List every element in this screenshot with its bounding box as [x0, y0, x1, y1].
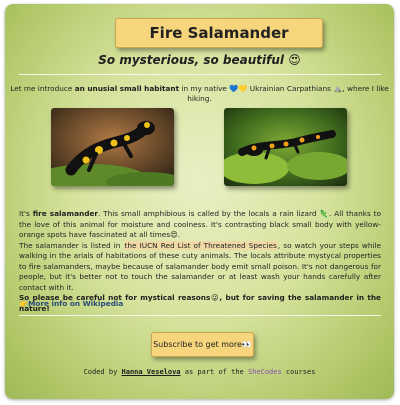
iucn-red-list-link[interactable]: the IUCN Red List of Threatened Species	[123, 240, 278, 250]
intro-text-2: in my native	[179, 84, 230, 93]
hearts-icon: 💙💛	[229, 84, 248, 93]
intro-bold: an unusial small habitant	[74, 84, 180, 93]
lizard-icon: 🦎	[319, 209, 330, 218]
page-title: Fire Salamander	[149, 24, 289, 42]
heart-eyes-icon: 😍	[170, 230, 178, 239]
article-paragraph-1: It's fire salamander. This small amphibi…	[19, 209, 381, 241]
p1-bold: fire salamander	[32, 209, 98, 218]
divider-top	[19, 74, 381, 75]
mountain-icon: ⛰️	[333, 84, 343, 93]
intro-paragraph: Let me introduce an unusial small habita…	[5, 84, 394, 104]
salamander-photo-2	[224, 108, 347, 186]
article-paragraph-2: The salamander is listed in the IUCN Red…	[19, 240, 381, 294]
p1-text-a: It's	[19, 209, 33, 218]
salamander-photo-1	[51, 108, 174, 186]
page-subtitle: So mysterious, so beautiful 😍	[5, 53, 394, 67]
wikipedia-link[interactable]: 👉More info on Wikipedia	[19, 299, 123, 308]
eyes-icon: 👀	[241, 340, 252, 349]
subtitle-text: So mysterious, so beautiful	[98, 53, 285, 67]
shecodes-link[interactable]: SheCodes	[248, 368, 282, 376]
page-card: Fire Salamander So mysterious, so beauti…	[5, 4, 394, 399]
footer-suffix: courses	[281, 368, 316, 376]
subscribe-label: Subscribe to get more	[153, 340, 242, 349]
intro-text-3: Ukrainian Carpathians	[247, 84, 334, 93]
intro-text-1: Let me introduce	[10, 84, 75, 93]
divider-bottom	[19, 315, 381, 316]
author-link[interactable]: Hanna Veselova	[122, 368, 181, 376]
title-badge: Fire Salamander	[115, 18, 323, 48]
pointing-hand-icon: 👉	[19, 299, 29, 308]
subscribe-button[interactable]: Subscribe to get more 👀	[151, 332, 254, 357]
p1-end: .	[177, 230, 181, 239]
wikipedia-link-label: More info on Wikipedia	[28, 299, 124, 308]
footer-middle: as part of the	[180, 368, 248, 376]
p2-text-a: The salamander is listed in	[19, 240, 124, 250]
heart-eyes-icon: 😍	[288, 53, 301, 67]
p1-text-b: . This small amphibious is called by the…	[97, 209, 320, 218]
footer-prefix: Coded by	[83, 368, 122, 376]
footer: Coded by Hanna Veselova as part of the S…	[5, 368, 394, 376]
